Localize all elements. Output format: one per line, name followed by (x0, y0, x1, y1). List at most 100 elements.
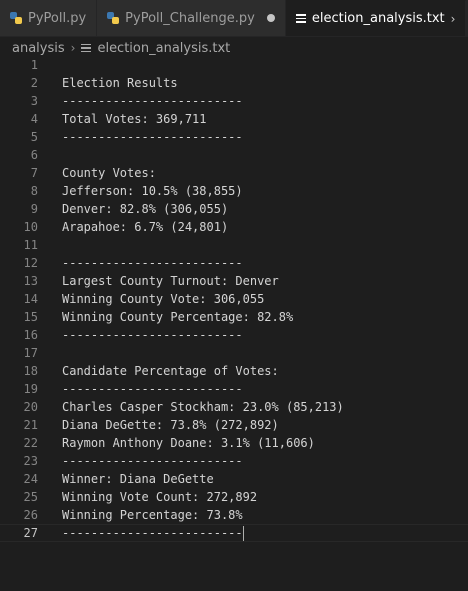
line-number: 25 (23, 490, 38, 504)
line-text[interactable] (38, 344, 62, 362)
code-line[interactable]: 14 Winning County Vote: 306,055 (0, 290, 468, 308)
line-number: 1 (30, 58, 38, 72)
tab-label: election_analysis.txt (311, 11, 445, 26)
line-number: 7 (30, 166, 38, 180)
tab-label: PyPoll_Challenge.py (125, 10, 255, 26)
code-line[interactable]: 24 Winner: Diana DeGette (0, 470, 468, 488)
code-line[interactable]: 9 Denver: 82.8% (306,055) (0, 200, 468, 218)
line-text[interactable]: Winning County Vote: 306,055 (38, 290, 264, 308)
code-line[interactable]: 15 Winning County Percentage: 82.8% (0, 308, 468, 326)
text-cursor (242, 526, 244, 541)
line-number: 14 (23, 292, 38, 306)
line-text[interactable]: Diana DeGette: 73.8% (272,892) (38, 416, 279, 434)
code-line[interactable]: 22 Raymon Anthony Doane: 3.1% (11,606) (0, 434, 468, 452)
line-text[interactable]: Winner: Diana DeGette (38, 470, 214, 488)
line-text[interactable]: County Votes: (38, 164, 156, 182)
line-text[interactable]: Total Votes: 369,711 (38, 110, 207, 128)
line-text[interactable]: Election Results (38, 74, 178, 92)
line-number: 11 (23, 238, 38, 252)
line-text[interactable]: ------------------------- (38, 380, 243, 398)
line-text[interactable]: Winning Vote Count: 272,892 (38, 488, 257, 506)
line-number: 18 (23, 364, 38, 378)
code-line[interactable]: 2 Election Results (0, 74, 468, 92)
code-line[interactable]: 8 Jefferson: 10.5% (38,855) (0, 182, 468, 200)
line-text[interactable]: ------------------------- (38, 326, 243, 344)
line-text[interactable] (38, 56, 62, 74)
line-text[interactable]: ------------------------- (38, 254, 243, 272)
code-line[interactable]: 4 Total Votes: 369,711 (0, 110, 468, 128)
line-number: 20 (23, 400, 38, 414)
python-icon (10, 12, 22, 24)
line-number: 2 (30, 76, 38, 90)
breadcrumb-folder[interactable]: analysis (12, 41, 65, 56)
code-line[interactable]: 6 (0, 146, 468, 164)
line-text[interactable]: Candidate Percentage of Votes: (38, 362, 279, 380)
code-line[interactable]: 12 ------------------------- (0, 254, 468, 272)
line-number: 17 (23, 346, 38, 360)
code-line[interactable]: 13 Largest County Turnout: Denver (0, 272, 468, 290)
code-line[interactable]: 27 ------------------------- (0, 524, 468, 542)
code-line[interactable]: 3 ------------------------- (0, 92, 468, 110)
line-number: 10 (23, 220, 38, 234)
line-number: 6 (30, 148, 38, 162)
breadcrumb-file[interactable]: election_analysis.txt (97, 41, 230, 56)
line-text[interactable]: Winning Percentage: 73.8% (38, 506, 243, 524)
line-text[interactable]: Largest County Turnout: Denver (38, 272, 279, 290)
tab-label: PyPoll.py (28, 10, 87, 26)
code-line[interactable]: 10 Arapahoe: 6.7% (24,801) (0, 218, 468, 236)
line-number: 4 (30, 112, 38, 126)
line-number: 22 (23, 436, 38, 450)
code-editor[interactable]: 1 2 Election Results 3 ---------------------… (0, 56, 468, 591)
line-number: 16 (23, 328, 38, 342)
line-text[interactable]: Raymon Anthony Doane: 3.1% (11,606) (38, 434, 315, 452)
line-text[interactable]: ------------------------- (38, 524, 244, 542)
line-number: 12 (23, 256, 38, 270)
code-line[interactable]: 1 (0, 56, 468, 74)
code-line[interactable]: 11 (0, 236, 468, 254)
line-text[interactable]: Arapahoe: 6.7% (24,801) (38, 218, 228, 236)
tab-pypoll[interactable]: PyPoll.py (0, 0, 98, 36)
editor-window: PyPoll.py PyPoll_Challenge.py election_a… (0, 0, 468, 591)
line-number: 8 (30, 184, 38, 198)
tab-pypoll-challenge[interactable]: PyPoll_Challenge.py (97, 0, 286, 36)
code-line[interactable]: 17 (0, 344, 468, 362)
line-text[interactable]: Winning County Percentage: 82.8% (38, 308, 293, 326)
line-number: 19 (23, 382, 38, 396)
line-number: 24 (23, 472, 38, 486)
line-text[interactable]: Jefferson: 10.5% (38,855) (38, 182, 243, 200)
code-line[interactable]: 18 Candidate Percentage of Votes: (0, 362, 468, 380)
code-line[interactable]: 20 Charles Casper Stockham: 23.0% (85,213… (0, 398, 468, 416)
code-line[interactable]: 5 ------------------------- (0, 128, 468, 146)
chevron-right-icon: › (70, 41, 76, 55)
code-line[interactable]: 19 ------------------------- (0, 380, 468, 398)
text-file-icon (81, 43, 92, 53)
line-text[interactable]: Charles Casper Stockham: 23.0% (85,213) (38, 398, 344, 416)
line-number: 3 (30, 94, 38, 108)
unsaved-dot-icon[interactable] (266, 14, 275, 22)
line-text[interactable]: Denver: 82.8% (306,055) (38, 200, 228, 218)
line-number: 26 (23, 508, 38, 522)
line-text[interactable] (38, 236, 62, 254)
line-number: 23 (23, 454, 38, 468)
code-line[interactable]: 16 ------------------------- (0, 326, 468, 344)
line-text[interactable]: ------------------------- (38, 128, 243, 146)
line-text[interactable]: ------------------------- (38, 92, 243, 110)
chevron-right-icon[interactable]: › (451, 12, 456, 26)
line-number: 21 (23, 418, 38, 432)
text-file-icon (295, 14, 306, 23)
python-icon (107, 12, 120, 24)
line-text[interactable] (38, 146, 62, 164)
line-text[interactable]: ------------------------- (38, 452, 243, 470)
line-number: 5 (30, 130, 38, 144)
code-line[interactable]: 21 Diana DeGette: 73.8% (272,892) (0, 416, 468, 434)
line-number: 27 (23, 526, 38, 540)
code-line[interactable]: 7 County Votes: (0, 164, 468, 182)
line-number: 15 (23, 310, 38, 324)
line-number: 13 (23, 274, 38, 288)
code-line[interactable]: 25 Winning Vote Count: 272,892 (0, 488, 468, 506)
line-number: 9 (30, 202, 38, 216)
code-line[interactable]: 26 Winning Percentage: 73.8% (0, 506, 468, 524)
tab-election-analysis[interactable]: election_analysis.txt › (285, 0, 467, 36)
code-line[interactable]: 23 ------------------------- (0, 452, 468, 470)
tab-bar: PyPoll.py PyPoll_Challenge.py election_a… (0, 0, 468, 37)
